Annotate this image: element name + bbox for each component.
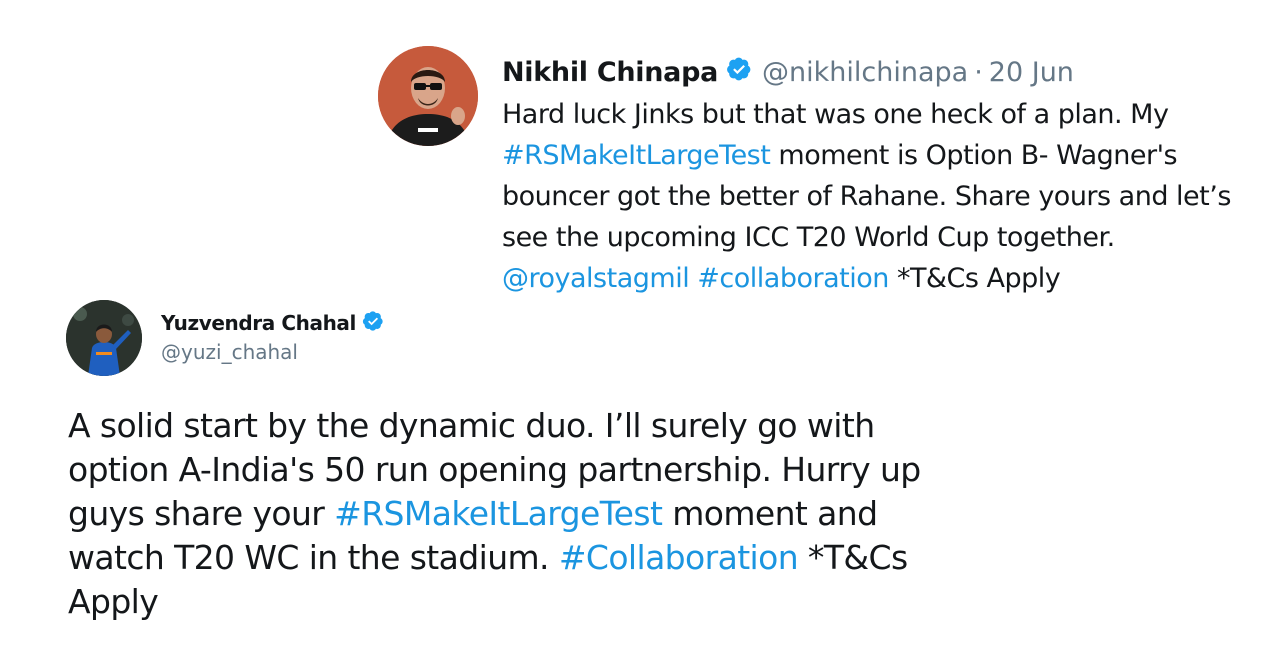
tweet-header: Yuzvendra Chahal [161,308,384,338]
verified-badge-icon [362,310,384,337]
text-segment: bouncer got the better of Rahane. Share … [502,181,1231,212]
text-segment: Hard luck Jinks but that was one heck of… [502,99,1169,130]
tweet-text-line: Hard luck Jinks but that was one heck of… [502,94,1268,135]
tweet-text-line: watch T20 WC in the stadium. #Collaborat… [68,536,968,580]
display-name[interactable]: Yuzvendra Chahal [161,311,356,335]
avatar-image [378,46,478,146]
text-segment: moment and [662,494,878,533]
tweet-text-line: #RSMakeItLargeTest moment is Option B- W… [502,135,1268,176]
tweet-text-line: Apply [68,580,968,624]
handle[interactable]: @yuzi_chahal [161,340,384,364]
tweet-date[interactable]: 20 Jun [989,57,1074,88]
hashtag-link[interactable]: #Collaboration [559,538,799,577]
tweet-text-line: bouncer got the better of Rahane. Share … [502,176,1268,217]
mention-link[interactable]: @royalstagmil [502,263,690,294]
handle[interactable]: @nikhilchinapa [762,57,968,88]
text-segment: see the upcoming ICC T20 World Cup toget… [502,222,1115,253]
avatar[interactable] [66,300,142,376]
text-segment: Apply [68,582,159,621]
hashtag-link[interactable]: #RSMakeItLargeTest [334,494,663,533]
text-segment: watch T20 WC in the stadium. [68,538,559,577]
text-segment: *T&Cs [798,538,908,577]
avatar[interactable] [378,46,478,146]
separator-dot: · [974,56,983,88]
text-segment: moment is Option B- Wagner's [770,140,1178,171]
tweet-text-line: guys share your #RSMakeItLargeTest momen… [68,492,968,536]
text-segment: option A-India's 50 run opening partners… [68,450,921,489]
avatar-image [66,300,142,376]
hashtag-link[interactable]: #collaboration [697,263,889,294]
tweet-text-line: see the upcoming ICC T20 World Cup toget… [502,217,1268,258]
tweet-text-line: @royalstagmil #collaboration *T&Cs Apply [502,258,1268,299]
hashtag-link[interactable]: #RSMakeItLargeTest [502,140,771,171]
tweet-text-line: option A-India's 50 run opening partners… [68,448,968,492]
display-name[interactable]: Nikhil Chinapa [502,57,718,88]
verified-badge-icon [726,56,752,89]
text-segment: guys share your [68,494,335,533]
tweet-text: Hard luck Jinks but that was one heck of… [502,94,1268,299]
tweet-yuzvendra-chahal: Yuzvendra Chahal @yuzi_chahal A solid st… [66,300,1216,630]
tweet-header: Nikhil Chinapa @nikhilchinapa · 20 Jun [502,52,1268,92]
tweet-text-line: A solid start by the dynamic duo. I’ll s… [68,404,968,448]
text-segment: A solid start by the dynamic duo. I’ll s… [68,406,875,445]
text-segment: *T&Cs Apply [888,263,1061,294]
tweet-text: A solid start by the dynamic duo. I’ll s… [68,404,968,624]
tweet-nikhil-chinapa: Nikhil Chinapa @nikhilchinapa · 20 Jun H… [378,46,1268,306]
